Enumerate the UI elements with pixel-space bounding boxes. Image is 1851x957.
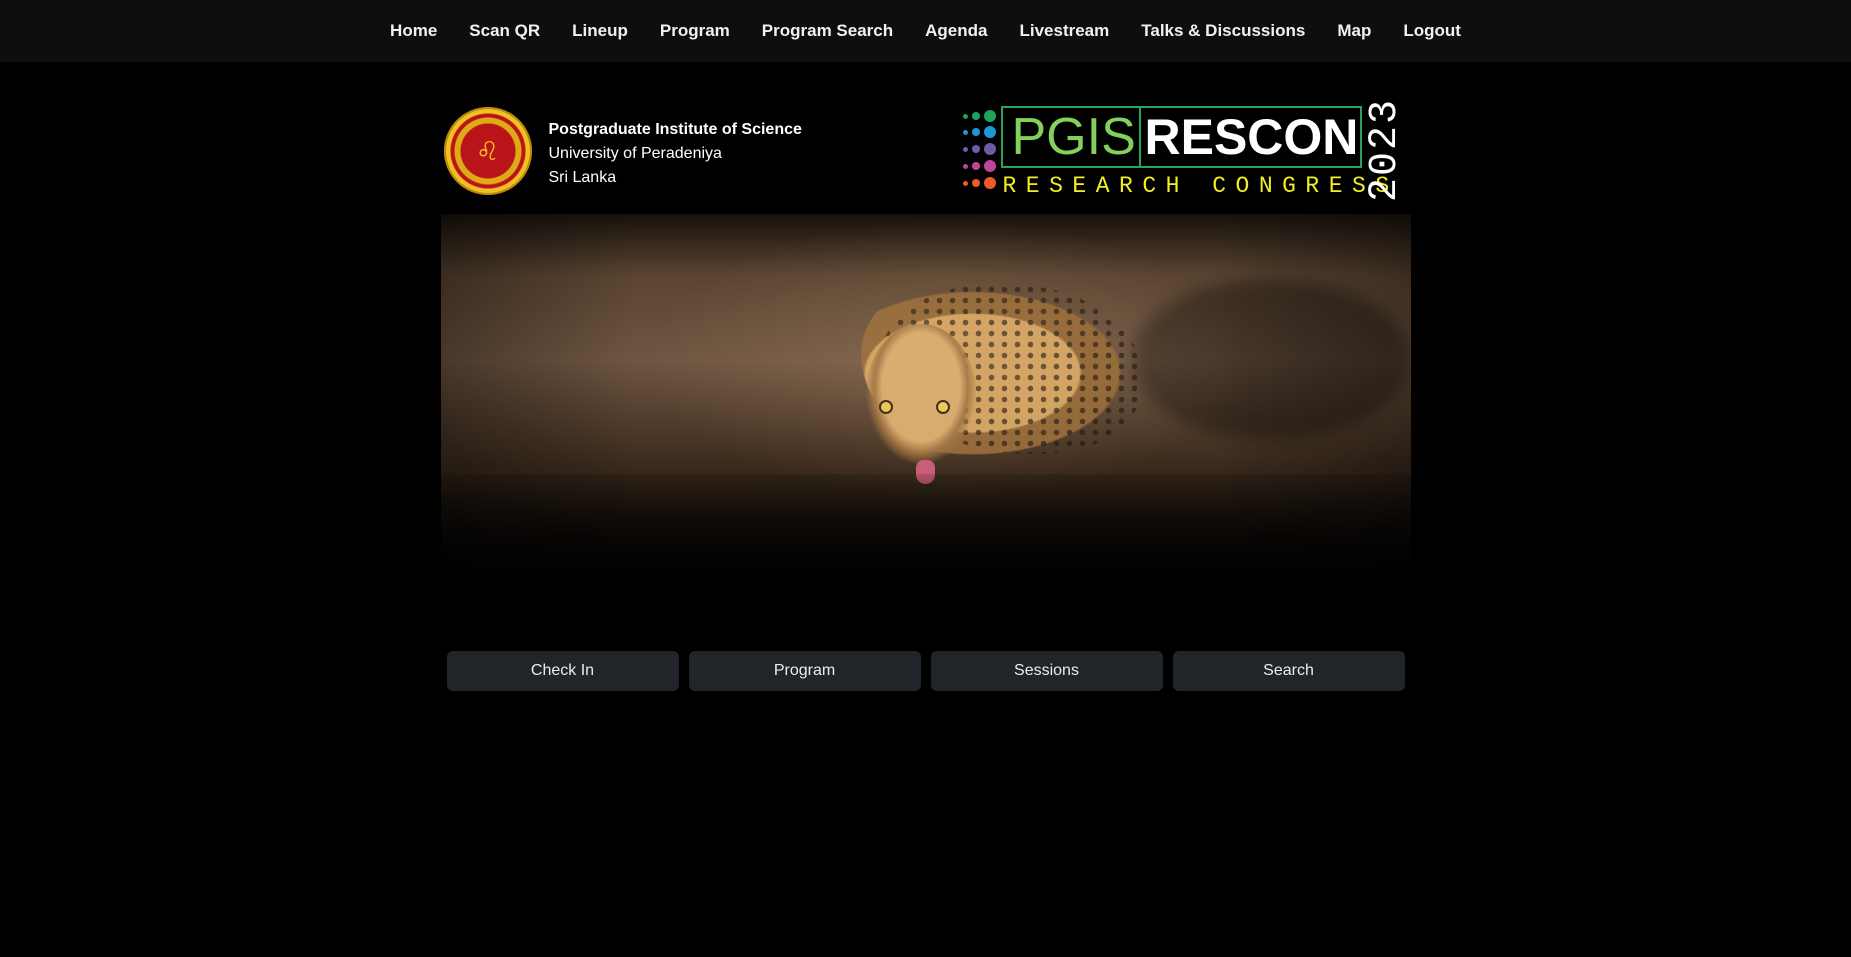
nav-logout[interactable]: Logout	[1403, 21, 1461, 41]
page-header: ♌ Postgraduate Institute of Science Univ…	[441, 62, 1411, 214]
logo-divider	[1138, 106, 1141, 168]
logo-pgis-text: PGIS	[1011, 108, 1136, 166]
logo-dot	[962, 181, 968, 186]
search-button[interactable]: Search	[1172, 651, 1405, 691]
logo-dot	[962, 164, 968, 169]
logo-year: 2023	[1362, 97, 1408, 202]
nav-agenda[interactable]: Agenda	[925, 21, 987, 41]
program-button[interactable]: Program	[688, 651, 921, 691]
sessions-button[interactable]: Sessions	[930, 651, 1163, 691]
logo-rescon-text: RESCON	[1144, 109, 1359, 165]
lion-icon: ♌	[475, 136, 500, 166]
logo-dot	[962, 147, 968, 152]
check-in-button[interactable]: Check In	[446, 651, 679, 691]
logo-dot	[962, 130, 968, 135]
logo-dot	[983, 160, 996, 172]
hero-leopard-image	[440, 214, 1411, 599]
main-content: ♌ Postgraduate Institute of Science Univ…	[440, 62, 1411, 691]
logo-dot	[983, 110, 996, 122]
nav-livestream[interactable]: Livestream	[1019, 21, 1109, 41]
logo-dot	[983, 177, 996, 189]
logo-dot	[983, 126, 996, 138]
university-seal-logo: ♌	[443, 107, 532, 195]
nav-scan-qr[interactable]: Scan QR	[469, 21, 540, 41]
quick-action-buttons: Check In Program Sessions Search	[441, 651, 1411, 691]
nav-talks-discussions[interactable]: Talks & Discussions	[1141, 21, 1305, 41]
logo-research-congress-text: RESEARCH CONGRESS	[1002, 173, 1399, 199]
hero-lighting-overlay	[440, 214, 1411, 599]
logo-dot	[971, 145, 980, 153]
logo-dot	[971, 179, 980, 187]
logo-dot	[971, 162, 980, 170]
nav-lineup[interactable]: Lineup	[572, 21, 628, 41]
nav-map[interactable]: Map	[1337, 21, 1371, 41]
nav-program-search[interactable]: Program Search	[762, 21, 893, 41]
logo-dot	[962, 114, 968, 119]
nav-program[interactable]: Program	[660, 21, 730, 41]
nav-home[interactable]: Home	[390, 21, 437, 41]
logo-dot	[971, 112, 980, 120]
logo-dots	[962, 110, 1001, 194]
institution-name: Postgraduate Institute of Science	[548, 121, 802, 138]
institution-details: Postgraduate Institute of Science Univer…	[549, 118, 802, 190]
logo-dot	[971, 128, 980, 136]
logo-dot	[983, 143, 996, 155]
top-navigation: Home Scan QR Lineup Program Program Sear…	[0, 0, 1851, 62]
congress-logo: PGIS RESCON RESEARCH CONGRESS 2023	[962, 98, 1408, 202]
university-name: University of Peradeniya	[548, 145, 722, 162]
country-name: Sri Lanka	[548, 169, 617, 186]
